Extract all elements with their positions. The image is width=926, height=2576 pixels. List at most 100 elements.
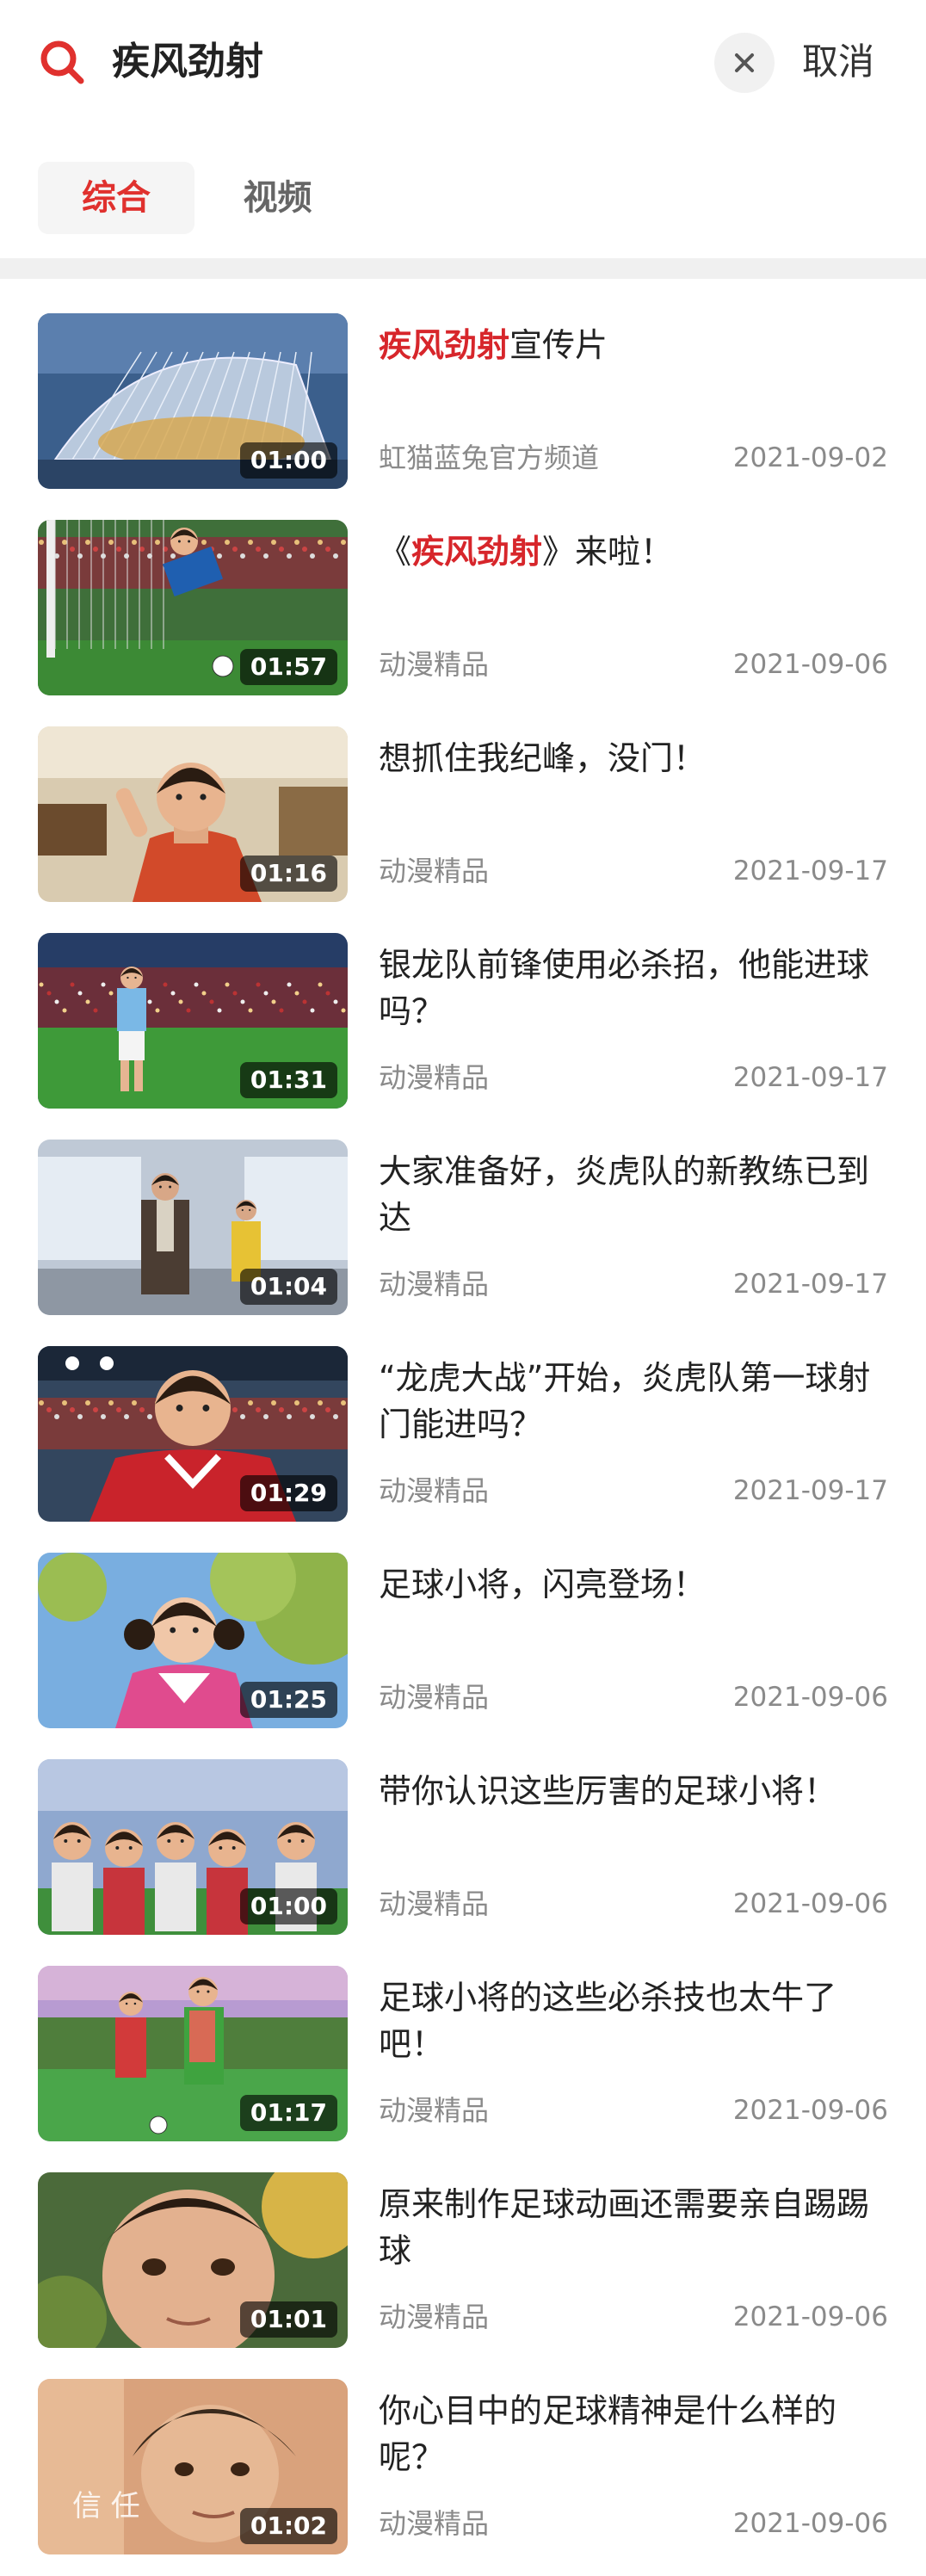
- video-title[interactable]: 大家准备好，炎虎队的新教练已到达: [379, 1148, 888, 1241]
- video-meta: 动漫精品 2021-09-06: [379, 2091, 888, 2129]
- clear-search-button[interactable]: [714, 33, 775, 93]
- result-item[interactable]: 信 任 01:02 你心目中的足球精神是什么样的呢？ 动漫精品 2021-09-…: [0, 2370, 926, 2576]
- duration-badge: 01:02: [239, 2508, 337, 2544]
- duration-badge: 01:29: [239, 1475, 337, 1511]
- video-meta: 虹猫蓝兔官方频道 2021-09-02: [379, 439, 888, 477]
- video-title[interactable]: 足球小将，闪亮登场！: [379, 1561, 888, 1608]
- tab-bar: 综合 视频: [0, 155, 926, 250]
- result-info: “龙虎大战”开始，炎虎队第一球射门能进吗？ 动漫精品 2021-09-17: [379, 1346, 888, 1522]
- duration-badge: 01:00: [239, 1888, 337, 1924]
- video-meta: 动漫精品 2021-09-17: [379, 852, 888, 890]
- duration-badge: 01:16: [239, 856, 337, 892]
- title-text: 带你认识这些厉害的足球小将！: [379, 1772, 837, 1810]
- result-item[interactable]: 01:04 大家准备好，炎虎队的新教练已到达 动漫精品 2021-09-17: [0, 1131, 926, 1337]
- video-title[interactable]: 你心目中的足球精神是什么样的呢？: [379, 2388, 888, 2480]
- close-icon: [735, 53, 754, 72]
- channel-name: 动漫精品: [379, 2094, 490, 2127]
- publish-date: 2021-09-17: [732, 1269, 888, 1300]
- result-list: 01:00 疾风劲射宣传片 虹猫蓝兔官方频道 2021-09-02 01:57 …: [0, 305, 926, 2576]
- publish-date: 2021-09-17: [732, 1062, 888, 1093]
- publish-date: 2021-09-02: [732, 442, 888, 473]
- duration-badge: 01:57: [239, 649, 337, 685]
- title-text: 原来制作足球动画还需要亲自踢踢球: [379, 2185, 870, 2270]
- result-info: 银龙队前锋使用必杀招，他能进球吗？ 动漫精品 2021-09-17: [379, 933, 888, 1109]
- video-meta: 动漫精品 2021-09-06: [379, 646, 888, 683]
- publish-date: 2021-09-06: [732, 2508, 888, 2539]
- title-text: 足球小将，闪亮登场！: [379, 1566, 707, 1603]
- result-info: 足球小将的这些必杀技也太牛了吧！ 动漫精品 2021-09-06: [379, 1966, 888, 2141]
- result-item[interactable]: 01:25 足球小将，闪亮登场！ 动漫精品 2021-09-06: [0, 1544, 926, 1751]
- video-title[interactable]: 原来制作足球动画还需要亲自踢踢球: [379, 2181, 888, 2274]
- video-thumbnail[interactable]: 01:04: [38, 1140, 348, 1315]
- video-meta: 动漫精品 2021-09-06: [379, 2298, 888, 2336]
- publish-date: 2021-09-06: [732, 1888, 888, 1919]
- publish-date: 2021-09-06: [732, 649, 888, 680]
- video-title[interactable]: 《疾风劲射》来啦！: [379, 528, 888, 575]
- result-info: 足球小将，闪亮登场！ 动漫精品 2021-09-06: [379, 1553, 888, 1728]
- title-text: 《: [379, 533, 412, 571]
- video-title[interactable]: 带你认识这些厉害的足球小将！: [379, 1768, 888, 1814]
- result-info: 《疾风劲射》来啦！ 动漫精品 2021-09-06: [379, 520, 888, 695]
- channel-name: 动漫精品: [379, 1061, 490, 1094]
- video-thumbnail[interactable]: 01:17: [38, 1966, 348, 2141]
- tab-all[interactable]: 综合: [38, 162, 194, 234]
- video-meta: 动漫精品 2021-09-17: [379, 1265, 888, 1303]
- duration-badge: 01:00: [239, 442, 337, 479]
- duration-badge: 01:17: [239, 2095, 337, 2131]
- result-item[interactable]: 01:16 想抓住我纪峰，没门！ 动漫精品 2021-09-17: [0, 718, 926, 924]
- video-thumbnail[interactable]: 01:25: [38, 1553, 348, 1728]
- result-info: 想抓住我纪峰，没门！ 动漫精品 2021-09-17: [379, 726, 888, 902]
- result-info: 你心目中的足球精神是什么样的呢？ 动漫精品 2021-09-06: [379, 2379, 888, 2554]
- video-thumbnail[interactable]: 01:29: [38, 1346, 348, 1522]
- result-item[interactable]: 01:00 带你认识这些厉害的足球小将！ 动漫精品 2021-09-06: [0, 1751, 926, 1957]
- channel-name: 动漫精品: [379, 1474, 490, 1507]
- video-title[interactable]: 足球小将的这些必杀技也太牛了吧！: [379, 1974, 888, 2067]
- result-item[interactable]: 01:29 “龙虎大战”开始，炎虎队第一球射门能进吗？ 动漫精品 2021-09…: [0, 1337, 926, 1544]
- video-thumbnail[interactable]: 01:16: [38, 726, 348, 902]
- video-thumbnail[interactable]: 01:31: [38, 933, 348, 1109]
- result-info: 大家准备好，炎虎队的新教练已到达 动漫精品 2021-09-17: [379, 1140, 888, 1315]
- result-item[interactable]: 01:17 足球小将的这些必杀技也太牛了吧！ 动漫精品 2021-09-06: [0, 1957, 926, 2164]
- title-text: 银龙队前锋使用必杀招，他能进球吗？: [379, 946, 870, 1030]
- video-thumbnail[interactable]: 01:00: [38, 313, 348, 489]
- channel-name: 动漫精品: [379, 1887, 490, 1920]
- channel-name: 动漫精品: [379, 2507, 490, 2540]
- thumbnail-caption: 信 任: [72, 2489, 140, 2523]
- title-highlight: 疾风劲射: [379, 326, 510, 364]
- video-thumbnail[interactable]: 01:01: [38, 2172, 348, 2348]
- title-text: 你心目中的足球精神是什么样的呢？: [379, 2392, 837, 2476]
- title-text: 足球小将的这些必杀技也太牛了吧！: [379, 1979, 837, 2063]
- title-text: 大家准备好，炎虎队的新教练已到达: [379, 1152, 870, 1237]
- title-text: “龙虎大战”开始，炎虎队第一球射门能进吗？: [379, 1359, 871, 1443]
- channel-name: 动漫精品: [379, 1681, 490, 1714]
- tab-video[interactable]: 视频: [215, 162, 340, 234]
- title-highlight: 疾风劲射: [411, 533, 543, 571]
- video-meta: 动漫精品 2021-09-06: [379, 2505, 888, 2542]
- video-thumbnail[interactable]: 01:57: [38, 520, 348, 695]
- video-title[interactable]: 疾风劲射宣传片: [379, 322, 888, 368]
- search-bar: 疾风劲射 取消: [0, 0, 926, 129]
- video-thumbnail[interactable]: 01:00: [38, 1759, 348, 1935]
- publish-date: 2021-09-17: [732, 856, 888, 886]
- video-meta: 动漫精品 2021-09-06: [379, 1678, 888, 1716]
- video-title[interactable]: 想抓住我纪峰，没门！: [379, 735, 888, 781]
- channel-name: 虹猫蓝兔官方频道: [379, 442, 600, 474]
- cancel-button[interactable]: 取消: [802, 36, 874, 88]
- duration-badge: 01:04: [239, 1269, 337, 1305]
- publish-date: 2021-09-17: [732, 1475, 888, 1506]
- result-item[interactable]: 01:57 《疾风劲射》来啦！ 动漫精品 2021-09-06: [0, 511, 926, 718]
- video-thumbnail[interactable]: 信 任 01:02: [38, 2379, 348, 2554]
- search-icon[interactable]: [38, 38, 86, 86]
- video-title[interactable]: 银龙队前锋使用必杀招，他能进球吗？: [379, 942, 888, 1035]
- title-text-tail: 》来啦！: [542, 533, 674, 571]
- video-meta: 动漫精品 2021-09-06: [379, 1885, 888, 1923]
- result-item[interactable]: 01:31 银龙队前锋使用必杀招，他能进球吗？ 动漫精品 2021-09-17: [0, 924, 926, 1131]
- search-input[interactable]: 疾风劲射: [112, 36, 263, 88]
- video-title[interactable]: “龙虎大战”开始，炎虎队第一球射门能进吗？: [379, 1355, 888, 1448]
- channel-name: 动漫精品: [379, 1268, 490, 1300]
- result-item[interactable]: 01:00 疾风劲射宣传片 虹猫蓝兔官方频道 2021-09-02: [0, 305, 926, 511]
- title-text-tail: 宣传片: [509, 326, 608, 364]
- result-item[interactable]: 01:01 原来制作足球动画还需要亲自踢踢球 动漫精品 2021-09-06: [0, 2164, 926, 2370]
- result-info: 带你认识这些厉害的足球小将！ 动漫精品 2021-09-06: [379, 1759, 888, 1935]
- result-info: 疾风劲射宣传片 虹猫蓝兔官方频道 2021-09-02: [379, 313, 888, 489]
